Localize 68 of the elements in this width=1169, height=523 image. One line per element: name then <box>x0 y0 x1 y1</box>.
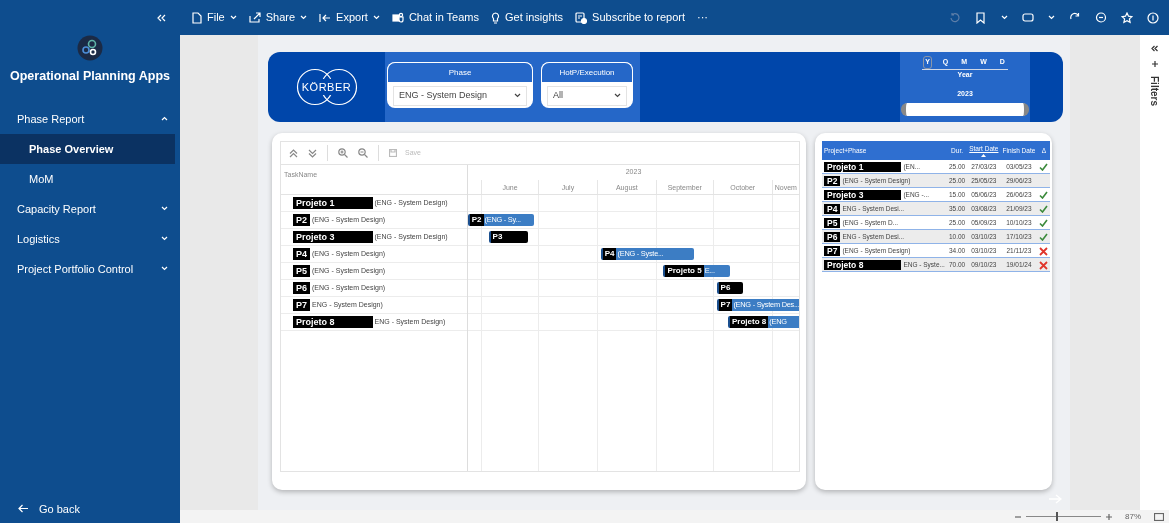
toolbar-button[interactable]: File <box>186 9 243 26</box>
expand-down-icon[interactable] <box>308 148 317 158</box>
zoom-in-icon[interactable] <box>1106 513 1112 520</box>
gantt-bar[interactable]: P3 <box>488 231 529 243</box>
cross-icon <box>1039 246 1049 256</box>
task-name: P5 <box>293 265 310 277</box>
toolbar-button[interactable]: Export <box>313 9 386 26</box>
task-name: P4 <box>824 203 841 214</box>
task-name: Projeto 1 <box>824 161 902 172</box>
task-name: P5 <box>824 217 841 228</box>
nav-section[interactable]: Project Portfolio Control <box>17 260 134 277</box>
collapse-icon[interactable] <box>1151 45 1158 52</box>
nav-item[interactable]: Phase Overview <box>0 133 175 164</box>
expand-up-icon[interactable] <box>289 148 298 158</box>
cross-icon <box>1039 260 1049 270</box>
nav-item[interactable]: MoM <box>0 163 175 194</box>
nav-section[interactable]: Logistics <box>17 230 60 247</box>
task-name: P7 <box>824 245 841 256</box>
dropdown-field[interactable]: ENG - System Design <box>393 86 527 106</box>
nav-section[interactable]: Phase Report <box>17 110 85 127</box>
task-name: Projeto 3 <box>824 189 902 200</box>
task-name: P6 <box>293 282 310 294</box>
caret-icon <box>1048 15 1055 20</box>
zoom-in-icon[interactable] <box>338 148 348 158</box>
filters-pane-title[interactable]: Filters <box>1147 76 1162 106</box>
task-name: P7 <box>293 299 310 311</box>
check-icon <box>1039 162 1049 171</box>
toolbar-button[interactable]: Share <box>242 9 314 26</box>
task-name: P6 <box>824 231 841 242</box>
more-button[interactable]: ··· <box>691 9 715 26</box>
task-name: P2 <box>824 175 841 186</box>
save-icon <box>389 149 397 157</box>
gantt-bar[interactable]: P6 <box>716 282 744 294</box>
slicer-title: HotP/Execution <box>541 62 633 82</box>
caret-icon <box>514 93 521 99</box>
task-name: P4 <box>293 248 310 260</box>
app-title: Operational Planning Apps <box>9 68 171 85</box>
zoom-out-icon[interactable] <box>358 148 368 158</box>
task-name: Projeto 1 <box>293 197 373 209</box>
display-icon[interactable] <box>1022 11 1034 24</box>
lightbulb-icon <box>491 11 500 24</box>
subscribe-icon <box>575 11 588 24</box>
caret-icon <box>614 93 621 99</box>
toolbar-button[interactable]: Get insights <box>485 9 570 26</box>
task-name: Projeto 3 <box>293 231 373 243</box>
task-name: P2 <box>293 214 310 226</box>
share-icon <box>248 12 261 23</box>
export-icon <box>319 12 332 23</box>
info-icon[interactable] <box>1147 11 1159 24</box>
dropdown-field[interactable]: All <box>547 86 627 106</box>
zoom-reading: 87% <box>1125 510 1141 523</box>
slicer-title: Phase <box>387 62 533 82</box>
sort-ascending-icon <box>981 153 987 157</box>
star-icon[interactable] <box>1121 11 1133 24</box>
toolbar-button[interactable]: Chat in Teams <box>385 9 485 26</box>
toolbar-button[interactable]: Subscribe to report <box>569 9 692 26</box>
task-name: Projeto 8 <box>293 316 373 328</box>
nav-section[interactable]: Capacity Report <box>17 200 96 217</box>
brand-logo: KÖRBER <box>295 68 358 106</box>
task-name: Projeto 8 <box>824 259 902 270</box>
go-back-link[interactable]: Go back <box>39 500 80 517</box>
back-arrow-icon[interactable] <box>18 504 29 514</box>
fit-page-icon[interactable] <box>1154 512 1164 521</box>
file-icon <box>192 11 202 24</box>
teams-icon <box>391 12 404 23</box>
caret-icon <box>1001 15 1008 20</box>
bookmark-icon[interactable] <box>975 11 987 24</box>
gears-logo-icon <box>77 35 103 61</box>
